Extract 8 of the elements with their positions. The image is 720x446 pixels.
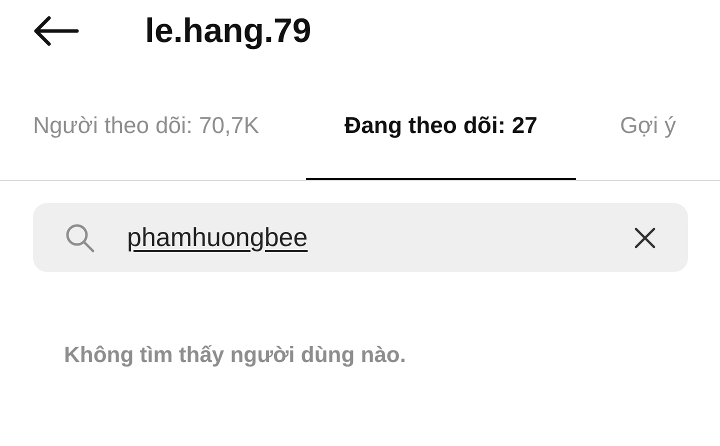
search-text: phamhuongbee bbox=[127, 222, 309, 253]
search-field[interactable]: phamhuongbee bbox=[33, 203, 688, 272]
back-arrow-icon[interactable] bbox=[33, 16, 79, 46]
search-icon bbox=[65, 222, 95, 252]
close-icon[interactable] bbox=[634, 226, 656, 248]
empty-message: Không tìm thấy người dùng nào. bbox=[64, 342, 407, 368]
profile-title: le.hang.79 bbox=[145, 12, 312, 50]
tab[interactable]: Đang theo dõi: 27 bbox=[306, 62, 576, 180]
